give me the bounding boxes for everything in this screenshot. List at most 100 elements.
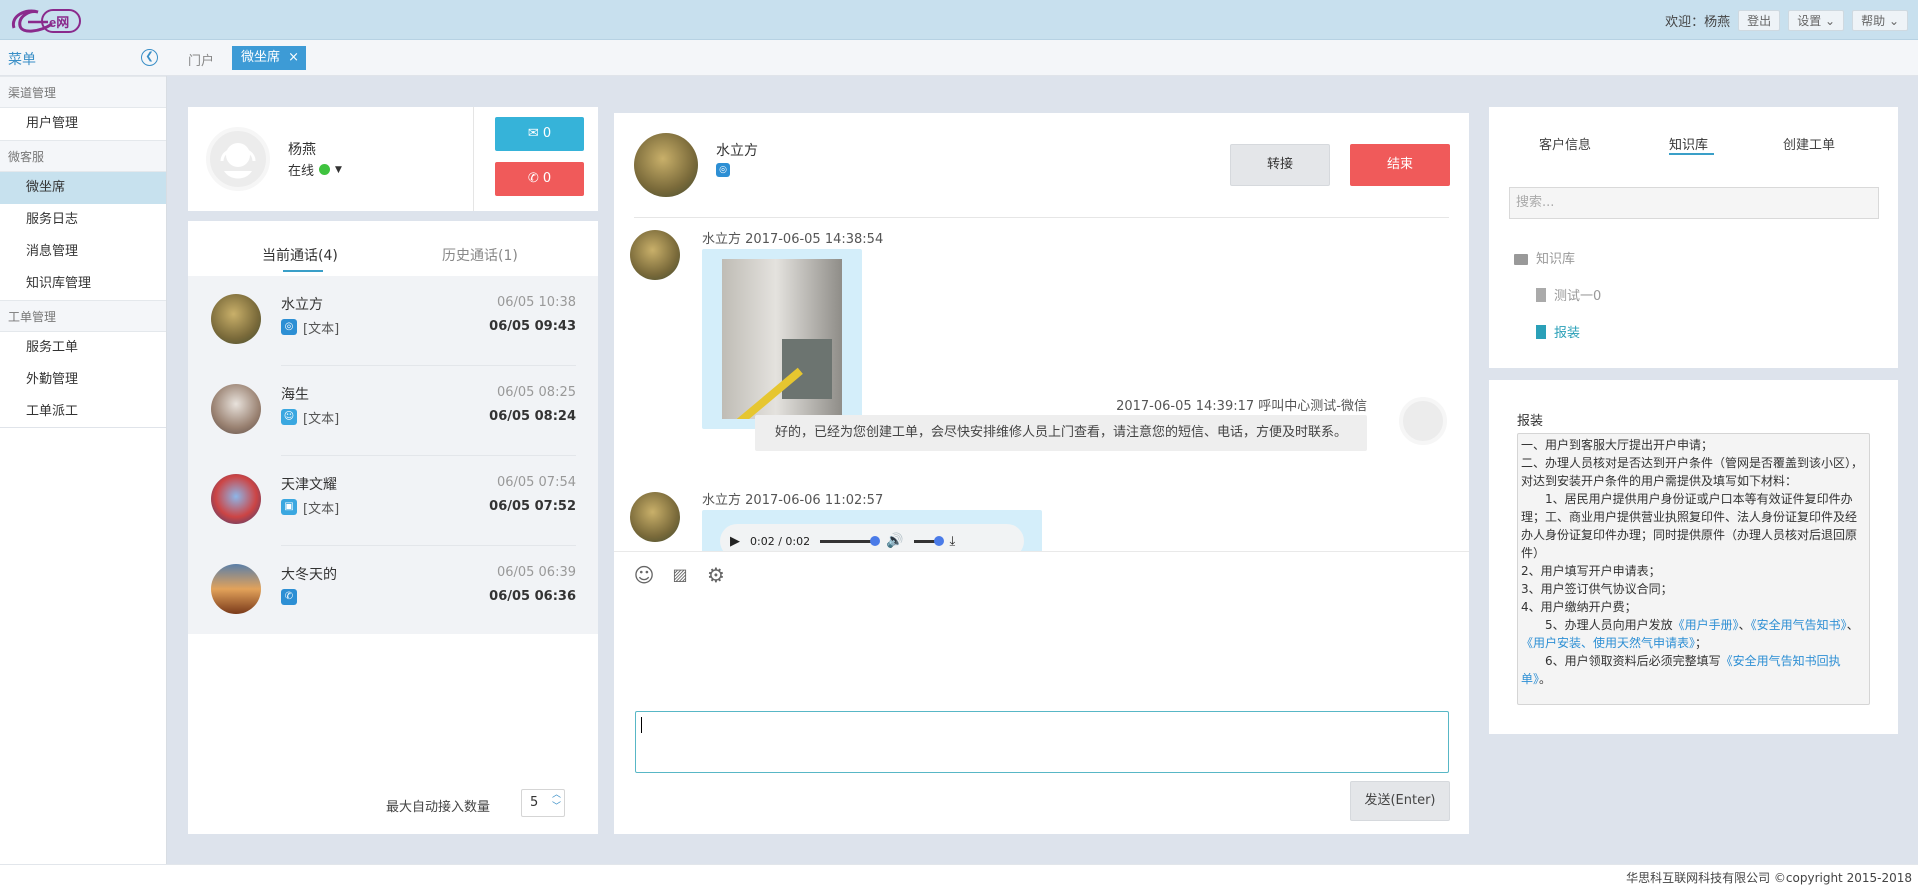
- call-item[interactable]: 天津文耀 ▣ [文本] 06/05 07:54 06/05 07:52: [188, 456, 598, 546]
- audio-time: 0:02 / 0:02: [750, 534, 811, 548]
- content-line: 一、用户到客服大厅提出开户申请；: [1521, 438, 1714, 452]
- settings-button[interactable]: 设置 ⌄: [1788, 10, 1845, 31]
- caret-down-icon: ▼: [335, 164, 342, 175]
- send-button[interactable]: 发送(Enter): [1350, 781, 1450, 821]
- link-install-application[interactable]: 《用户安装、使用天然气申请表》: [1521, 636, 1695, 650]
- message-meta: 水立方 2017-06-05 14:38:54: [702, 228, 883, 247]
- sidebar-item-service-ticket[interactable]: 服务工单: [0, 332, 166, 364]
- logo-text: e网: [49, 15, 69, 30]
- tab-customer-info[interactable]: 客户信息: [1539, 134, 1591, 153]
- transfer-button[interactable]: 转接: [1230, 144, 1330, 186]
- user-icon: ☺: [281, 409, 297, 425]
- call-time-last: 06/05 08:24: [489, 409, 576, 424]
- tab-history-calls[interactable]: 历史通话(1): [442, 245, 518, 265]
- chat-toolbar: ☺ ▨ ⚙: [614, 551, 1469, 597]
- sidebar-item-micro-seat[interactable]: 微坐席: [0, 172, 166, 204]
- customer-avatar: [211, 294, 261, 344]
- calls-panel: 当前通话(4) 历史通话(1) 水立方 ◎ [文本] 06/05 10:38 0…: [188, 221, 598, 834]
- end-button[interactable]: 结束: [1350, 144, 1450, 186]
- agent-status: 在线: [288, 164, 315, 179]
- sidebar-item-message-management[interactable]: 消息管理: [0, 236, 166, 268]
- separator: 、: [1738, 618, 1751, 632]
- top-bar: e网 欢迎：杨燕 登出 设置 ⌄ 帮助 ⌄: [0, 0, 1918, 40]
- sidebar: 渠道管理 用户管理 微客服 微坐席 服务日志 消息管理 知识库管理 工单管理 服…: [0, 76, 167, 888]
- max-auto-value: 5: [530, 795, 539, 810]
- call-name: 水立方: [281, 297, 323, 313]
- link-user-manual[interactable]: 《用户手册》: [1673, 618, 1739, 632]
- tab-portal[interactable]: 门户: [188, 50, 214, 69]
- help-label: 帮助: [1861, 14, 1886, 28]
- content-line: 1、居民用户提供用户身份证或户口本等有效证件复印件办理；工、商业用户提供营业执照…: [1521, 492, 1858, 560]
- message-area[interactable]: 水立方 2017-06-05 14:38:54 2017-06-05 14:39…: [614, 219, 1469, 551]
- link-safety-notice[interactable]: 《安全用气告知书》: [1751, 618, 1847, 632]
- collapse-sidebar-icon[interactable]: ❮: [141, 49, 158, 66]
- file-icon: [1536, 325, 1546, 339]
- calls-count: 0: [542, 171, 552, 186]
- message-time: 2017-06-05 14:39:17: [1116, 399, 1255, 414]
- call-item[interactable]: 大冬天的 ✆ 06/05 06:39 06/05 06:36: [188, 546, 598, 636]
- tree-node[interactable]: 测试一0: [1536, 285, 1601, 304]
- call-type: [文本]: [303, 502, 340, 517]
- line-text: 6、用户领取资料后必须完整填写: [1521, 654, 1721, 668]
- tree-label: 知识库: [1536, 252, 1576, 267]
- tab-current-calls[interactable]: 当前通话(4): [262, 245, 338, 265]
- sidebar-item-field-management[interactable]: 外勤管理: [0, 364, 166, 396]
- active-tab-underline: [1669, 153, 1714, 155]
- image-message[interactable]: [702, 249, 862, 429]
- agent-status-dropdown[interactable]: 在线 ▼: [288, 160, 342, 179]
- gear-icon[interactable]: ⚙: [703, 562, 729, 588]
- max-auto-stepper[interactable]: 5 ︿ ﹀: [521, 789, 565, 817]
- call-time-start: 06/05 06:39: [496, 565, 576, 580]
- line-end: 。: [1539, 672, 1552, 686]
- tab-create-ticket[interactable]: 创建工单: [1783, 134, 1835, 153]
- messages-button[interactable]: ✉ 0: [495, 117, 584, 151]
- message-input[interactable]: [635, 711, 1449, 773]
- image-icon[interactable]: ▨: [667, 562, 693, 588]
- folder-icon: [1514, 254, 1528, 265]
- sidebar-group-ticket[interactable]: 工单管理: [0, 300, 166, 332]
- knowledge-search-input[interactable]: 搜索...: [1509, 187, 1879, 219]
- text-cursor: [641, 717, 642, 733]
- volume-icon[interactable]: 🔊: [886, 533, 903, 549]
- volume-slider[interactable]: [913, 535, 944, 546]
- chat-panel: 水立方 ◎ 转接 结束 水立方 2017-06-05 14:38:54 2017…: [614, 113, 1469, 834]
- close-icon[interactable]: ×: [288, 46, 299, 70]
- weibo-icon: ◎: [281, 319, 297, 335]
- weibo-icon: ◎: [716, 163, 730, 177]
- calls-button[interactable]: ✆ 0: [495, 162, 584, 196]
- call-item[interactable]: 海生 ☺ [文本] 06/05 08:25 06/05 08:24: [188, 366, 598, 456]
- message-image[interactable]: [722, 259, 842, 419]
- sidebar-group-micro-service[interactable]: 微客服: [0, 140, 166, 172]
- tree-label: 测试一0: [1554, 289, 1602, 304]
- play-icon[interactable]: ▶: [730, 534, 740, 549]
- call-time-last: 06/05 07:52: [489, 499, 576, 514]
- emoji-icon[interactable]: ☺: [631, 562, 657, 588]
- tab-knowledge-base[interactable]: 知识库: [1669, 134, 1708, 153]
- content-line: 二、办理人员核对是否达到开户条件（管网是否覆盖到该小区），对达到安装开户条件的用…: [1521, 456, 1864, 488]
- tree-node-root[interactable]: 知识库: [1514, 248, 1575, 267]
- tab-micro-seat[interactable]: 微坐席 ×: [232, 46, 307, 70]
- knowledge-content[interactable]: 一、用户到客服大厅提出开户申请； 二、办理人员核对是否达到开户条件（管网是否覆盖…: [1517, 433, 1870, 705]
- message-time: 2017-06-05 14:38:54: [745, 232, 884, 247]
- stepper-arrows-icon[interactable]: ︿ ﹀: [552, 789, 561, 813]
- message-meta: 水立方 2017-06-06 11:02:57: [702, 489, 883, 508]
- audio-progress[interactable]: [820, 535, 881, 546]
- sidebar-item-user-management[interactable]: 用户管理: [0, 108, 166, 140]
- knowledge-panel: 客户信息 知识库 创建工单 搜索... 知识库 测试一0 报装: [1489, 107, 1898, 368]
- sidebar-group-channel[interactable]: 渠道管理: [0, 76, 166, 108]
- tab-bar: 菜单 ❮ 门户 微坐席 ×: [0, 40, 1918, 76]
- call-time-start: 06/05 10:38: [496, 295, 576, 310]
- help-button[interactable]: 帮助 ⌄: [1852, 10, 1908, 31]
- customer-avatar: [634, 133, 698, 197]
- sidebar-item-knowledge-management[interactable]: 知识库管理: [0, 268, 166, 300]
- online-dot-icon: [319, 164, 331, 175]
- call-item[interactable]: 水立方 ◎ [文本] 06/05 10:38 06/05 09:43: [188, 276, 598, 366]
- call-type: [文本]: [303, 322, 340, 337]
- message-sender: 呼叫中心测试-微信: [1258, 399, 1367, 414]
- sidebar-item-service-log[interactable]: 服务日志: [0, 204, 166, 236]
- logout-button[interactable]: 登出: [1738, 10, 1781, 31]
- sidebar-item-ticket-dispatch[interactable]: 工单派工: [0, 396, 166, 428]
- download-icon[interactable]: ⤓: [950, 534, 956, 549]
- agent-counters: ✉ 0 ✆ 0: [473, 107, 598, 211]
- tree-node-active[interactable]: 报装: [1536, 322, 1580, 341]
